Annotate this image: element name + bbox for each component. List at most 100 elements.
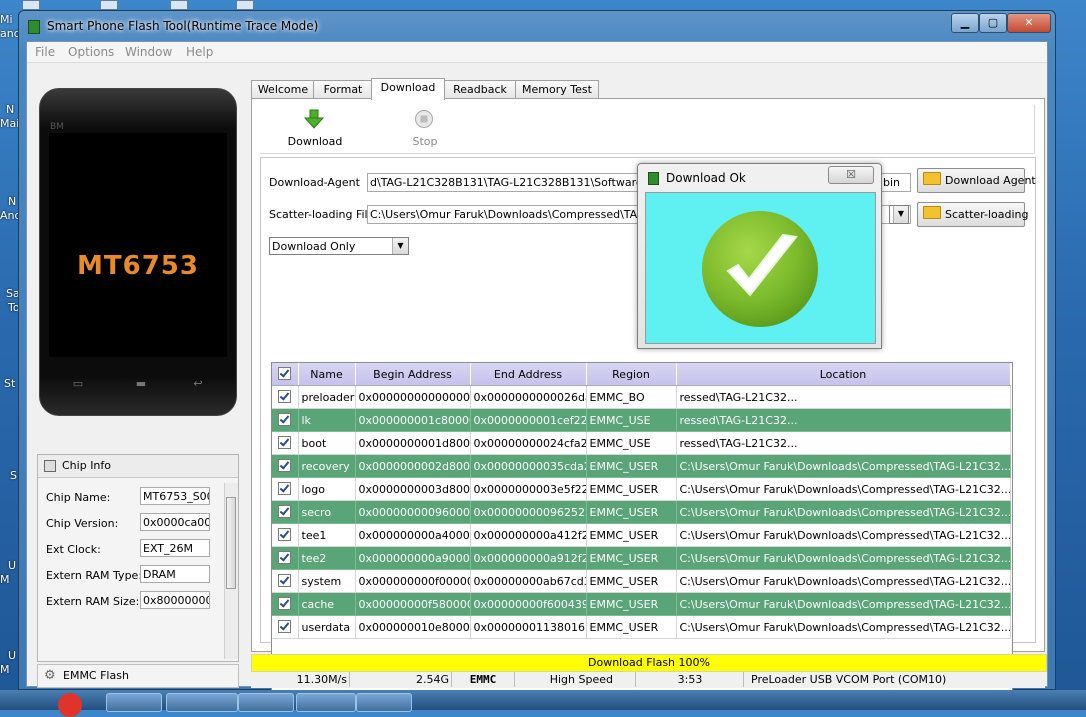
column-header-name[interactable]: Name [298,363,356,386]
location[interactable]: C:\Users\Omur Faruk\Downloads\Compressed… [676,592,1011,616]
minimize-button[interactable]: ▁ [951,13,979,33]
desktop-icon-label[interactable]: N [6,104,14,116]
column-header-end-address[interactable]: End Address [470,363,587,386]
desktop-icon-label[interactable]: M [0,574,10,586]
tab-readback[interactable]: Readback [443,80,517,99]
phone-screen [49,133,227,357]
desktop-icon-label[interactable]: U [8,650,16,662]
scatter-history-dropdown[interactable]: ▼ [889,205,909,224]
desktop-icon-label[interactable]: Mi [0,14,13,26]
table-header-row: Name Begin Address End Address Region Lo… [272,363,1011,386]
tab-welcome[interactable]: Welcome [251,80,315,99]
location[interactable]: C:\Users\Omur Faruk\Downloads\Compressed… [676,615,1011,639]
maximize-button[interactable]: ▢ [979,13,1007,33]
download-mode-select[interactable]: Download Only ▼ [269,237,409,255]
table-row[interactable]: secro0x00000000096000000x000000000962522… [272,500,1011,524]
table-row[interactable]: cache 0x00000000f5800000 0x00000000f600439… [272,592,1011,616]
chip-info-icon [44,460,56,472]
scatter-loading-button[interactable]: Scatter-loading [917,202,1028,227]
location[interactable]: C:\Users\Omur Faruk\Downloads\Compressed… [676,569,1011,593]
table-row[interactable]: userdata0x000000010e8000000x000000011380… [272,615,1011,639]
checkbox-checked-icon[interactable] [278,597,292,610]
row-checkbox[interactable] [272,523,299,547]
window-icon[interactable] [170,0,188,10]
tab-format[interactable]: Format [313,80,373,99]
column-header-location[interactable]: Location [676,363,1011,386]
desktop-icon-label[interactable]: M [0,664,10,676]
location[interactable]: ressed\TAG-L21C32... [676,408,1011,432]
table-row[interactable]: system 0x000000000f000000 0x00000000ab67cd… [272,569,1011,593]
checkbox-checked-icon[interactable] [278,574,292,587]
checkbox-checked-icon[interactable] [278,551,292,564]
close-button[interactable]: ✕ [1007,13,1051,33]
row-checkbox[interactable] [272,546,299,570]
checkbox-checked-icon[interactable] [278,620,292,633]
row-checkbox[interactable] [272,454,299,478]
taskbar-button[interactable] [166,693,238,712]
table-row[interactable]: recovery0x0000000002d800000x00000000035c… [272,454,1011,478]
table-row[interactable]: tee20x000000000a9000000x000000000a912f2b… [272,546,1011,570]
checkbox-checked-icon[interactable] [278,505,292,518]
taskbar-button[interactable] [238,693,294,712]
checkbox-checked-icon[interactable] [278,390,292,403]
taskbar-button[interactable] [296,693,356,712]
location[interactable]: ressed\TAG-L21C32... [676,431,1011,455]
menu-file[interactable]: File [35,45,55,59]
partition-name: lk [298,408,356,432]
menu-options[interactable]: Options [68,45,114,59]
dialog-close-button[interactable]: ☒ [828,166,874,184]
desktop-icon-label[interactable]: S [10,470,17,482]
row-checkbox[interactable] [272,477,299,501]
region: EMMC_USE [586,431,677,455]
chip-info-scrollbar[interactable] [224,483,238,659]
desktop-icon-label[interactable]: N [8,196,16,208]
table-row[interactable]: logo0x0000000003d800000x0000000003e5f22b… [272,477,1011,501]
menu-window[interactable]: Window [125,45,172,59]
tab-memory-test[interactable]: Memory Test [515,80,599,99]
window-icon[interactable] [100,0,118,10]
row-checkbox[interactable] [272,615,299,639]
location[interactable]: C:\Users\Omur Faruk\Downloads\Compressed… [676,500,1011,524]
checkbox-checked-icon[interactable] [278,528,292,541]
row-checkbox[interactable] [272,500,299,524]
column-header-region[interactable]: Region [586,363,677,386]
stop-button[interactable]: Stop [390,107,460,151]
download-agent-button[interactable]: Download Agent [917,168,1036,193]
chip-info-header[interactable]: Chip Info [38,455,238,478]
desktop-icon-label[interactable]: U [8,560,16,572]
checkbox-checked-icon[interactable] [278,482,292,495]
select-all-checkbox[interactable] [272,363,299,386]
window-icon[interactable] [22,0,40,10]
scrollbar-thumb[interactable] [226,497,236,589]
location[interactable]: C:\Users\Omur Faruk\Downloads\Compressed… [676,523,1011,547]
row-checkbox[interactable] [272,385,299,409]
download-button[interactable]: Download [280,107,350,151]
tab-download[interactable]: Download [371,78,445,100]
title-bar[interactable]: Smart Phone Flash Tool(Runtime Trace Mod… [19,11,1055,39]
window-icon[interactable] [236,0,254,10]
table-row[interactable]: tee10x000000000a4000000x000000000a412f2b… [272,523,1011,547]
table-row[interactable]: boot0x0000000001d800000x00000000024cfa2b… [272,431,1011,455]
checkbox-checked-icon[interactable] [278,413,292,426]
row-checkbox[interactable] [272,569,299,593]
desktop-icon-label[interactable]: St [4,378,15,390]
row-checkbox[interactable] [272,431,299,455]
taskbar-app-icon[interactable] [58,693,82,717]
table-row[interactable]: preloader0x00000000000000000x00000000000… [272,385,1011,409]
desktop-icon-label[interactable]: Mai [0,118,19,130]
checkbox-checked-icon[interactable] [278,436,292,449]
location[interactable]: C:\Users\Omur Faruk\Downloads\Compressed… [676,454,1011,478]
location[interactable]: C:\Users\Omur Faruk\Downloads\Compressed… [676,546,1011,570]
row-checkbox[interactable] [272,592,299,616]
column-header-begin-address[interactable]: Begin Address [355,363,471,386]
menu-help[interactable]: Help [186,45,213,59]
emmc-flash-panel[interactable]: ⚙ EMMC Flash [37,664,239,688]
taskbar-button[interactable] [356,693,412,712]
location[interactable]: ressed\TAG-L21C32... [676,385,1011,409]
checkbox-checked-icon[interactable] [278,459,292,472]
region: EMMC_USER [586,615,677,639]
location[interactable]: C:\Users\Omur Faruk\Downloads\Compressed… [676,477,1011,501]
table-row[interactable]: lk 0x000000001c80000 0x0000000001cef22b EMM… [272,408,1011,432]
row-checkbox[interactable] [272,408,299,432]
taskbar-button[interactable] [106,693,162,712]
